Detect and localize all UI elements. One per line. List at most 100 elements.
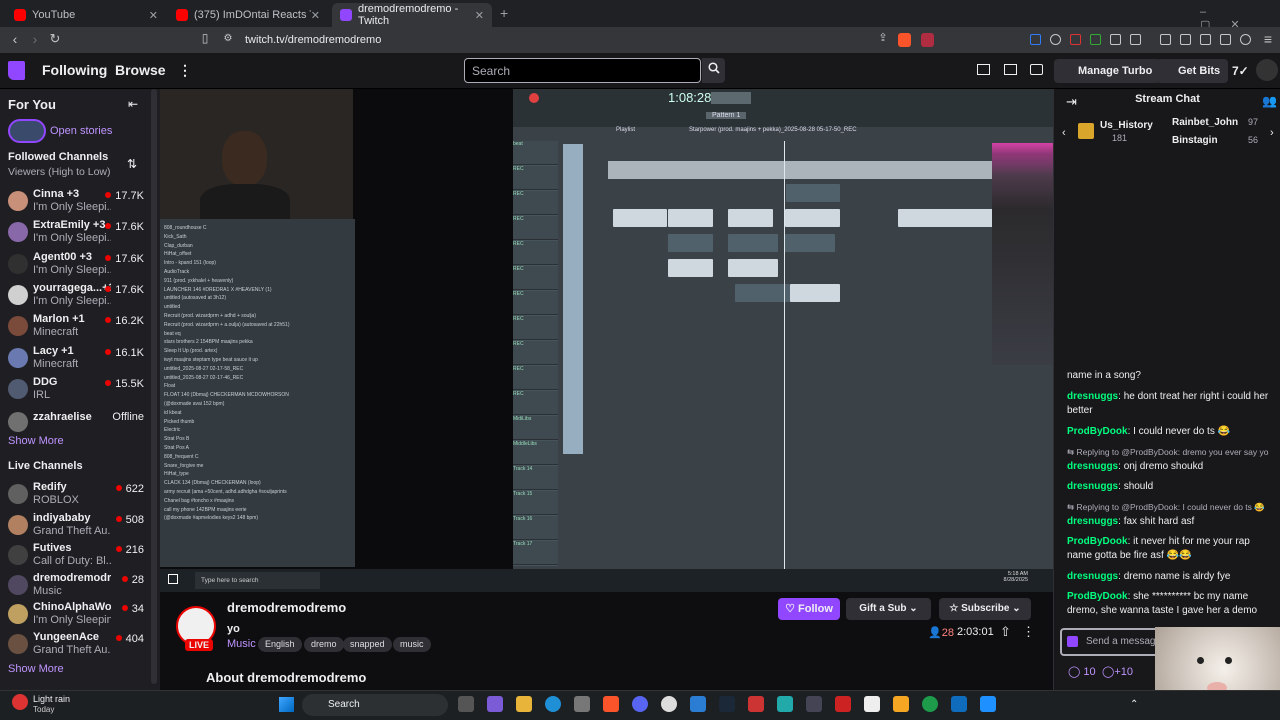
sidebar-scrollbar[interactable] [151,89,157,684]
more-menu-icon[interactable]: ⋮ [178,62,192,79]
extension-icon[interactable] [1110,34,1121,45]
edge-icon[interactable] [545,696,561,712]
tag[interactable]: music [393,637,431,652]
twitch-logo-icon[interactable] [8,61,25,80]
chat-username[interactable]: dresnuggs [1067,461,1118,472]
chat-username[interactable]: ProdByDook [1067,591,1128,602]
brave-shield-icon[interactable] [898,33,911,47]
extension-icon[interactable] [1090,34,1101,45]
app-icon[interactable] [777,696,793,712]
chatgpt-icon[interactable] [661,696,677,712]
extension-icon[interactable] [1050,34,1061,45]
chat-username[interactable]: dresnuggs [1067,481,1118,492]
followed-channel[interactable]: Lacy +1 Minecraft 16.1K [0,345,150,375]
live-channel[interactable]: YungeenAce Grand Theft Au... 404 [0,631,150,661]
tab-youtube-video[interactable]: (375) ImDOntai Reacts To When A Pe ✕ [168,3,328,27]
show-more-followed[interactable]: Show More [8,435,64,447]
start-icon[interactable] [279,697,294,712]
tab-twitch[interactable]: dremodremodremo - Twitch ✕ [332,3,492,27]
glitch-icon[interactable]: 7✓ [1232,64,1249,78]
brave-icon[interactable] [603,696,619,712]
category-link[interactable]: Music [227,638,256,650]
site-info-icon[interactable]: ⚙ [218,33,238,44]
menu-icon[interactable]: ≡ [1258,31,1278,47]
extension-icon[interactable] [1130,34,1141,45]
followed-channel[interactable]: Cinna +3 I'm Only Sleepi... 17.7K [0,188,150,218]
word-icon[interactable] [690,696,706,712]
live-channel[interactable]: indiyababy Grand Theft Au... 508 [0,512,150,542]
followed-channel[interactable]: ExtraEmily +3 I'm Only Sleepi... 17.6K [0,219,150,249]
share-icon[interactable]: ⇧ [1000,624,1011,640]
leaderboard-prev-icon[interactable]: ‹ [1062,127,1066,139]
collapse-sidebar-icon[interactable]: ⇤ [128,97,138,111]
get-bits-button[interactable]: Get Bits [1156,59,1229,83]
sidebar-icon[interactable] [1180,34,1191,45]
close-icon[interactable]: ✕ [149,9,158,22]
xbox-icon[interactable] [922,696,938,712]
steam-icon[interactable] [719,696,735,712]
vpn-icon[interactable] [1240,34,1251,45]
app-icon[interactable] [980,696,996,712]
extension-icon[interactable] [1070,34,1081,45]
tag[interactable]: dremo [304,637,344,652]
app-icon[interactable] [806,696,822,712]
chat-username[interactable]: dresnuggs [1067,391,1118,402]
app-icon[interactable] [835,696,851,712]
forward-icon[interactable]: › [25,31,45,47]
live-channel[interactable]: ChinoAlphaWolf I'm Only Sleeping 34 [0,601,150,631]
wallet-icon[interactable] [1200,34,1211,45]
followed-channel[interactable]: Agent00 +3 I'm Only Sleepi... 17.6K [0,251,150,281]
close-icon[interactable]: ✕ [311,9,320,22]
tag[interactable]: snapped [343,637,392,652]
share-icon[interactable]: ⇪ [873,31,893,44]
browse-link[interactable]: Browse [115,62,166,78]
bookmark-icon[interactable]: ▯ [195,31,215,45]
tag[interactable]: English [258,637,302,652]
channel-name[interactable]: dremodremodremo [227,600,346,615]
url-field[interactable]: twitch.tv/dremodremodremo [245,31,885,49]
back-icon[interactable]: ‹ [5,31,25,47]
channel-points[interactable]: ◯ 10 [1068,665,1096,678]
close-icon[interactable]: ✕ [475,9,484,22]
discord-icon[interactable] [632,696,648,712]
search-icon[interactable] [702,58,725,83]
reload-icon[interactable]: ↻ [45,31,65,47]
show-more-live[interactable]: Show More [8,663,64,675]
chat-input[interactable]: Send a message [1060,628,1161,656]
weather-title[interactable]: Light rain [33,694,70,704]
points-bonus[interactable]: ◯+10 [1102,665,1133,678]
leo-icon[interactable] [1220,34,1231,45]
chat-username[interactable]: ProdByDook [1067,426,1128,437]
live-channel[interactable]: Futives Call of Duty: Bl... 216 [0,542,150,572]
video-player[interactable]: 1:08:28 Pattern 1 Playlist Starpower (pr… [160,89,1053,592]
capcut-icon[interactable] [864,696,880,712]
leaderboard-next-icon[interactable]: › [1270,127,1274,139]
sort-icon[interactable]: ⇅ [127,157,137,171]
weather-icon[interactable] [12,694,28,710]
extension-icon[interactable] [1030,34,1041,45]
chat-username[interactable]: dresnuggs [1067,516,1118,527]
gift-sub-button[interactable]: Gift a Sub ⌄ [846,598,931,620]
follow-button[interactable]: ♡ Follow [778,598,840,620]
open-stories-link[interactable]: Open stories [50,125,112,137]
stories-avatars[interactable] [8,119,46,143]
chat-username[interactable]: ProdByDook [1067,536,1128,547]
file-explorer-icon[interactable] [516,696,532,712]
new-tab-button[interactable]: + [500,5,508,21]
inbox-icon[interactable] [1004,64,1017,75]
tray-chevron-icon[interactable]: ⌃ [1130,699,1138,710]
task-view-icon[interactable] [458,696,474,712]
taskbar-search[interactable]: Search [302,694,448,716]
whispers-icon[interactable] [1030,64,1043,75]
copilot-icon[interactable] [487,696,503,712]
more-options-icon[interactable]: ⋮ [1022,624,1035,640]
followed-channel[interactable]: DDG IRL 15.5K [0,376,150,406]
followed-channel[interactable]: yourragega...+3 I'm Only Sleepi... 17.6K [0,282,150,312]
chat-username[interactable]: dresnuggs [1067,571,1118,582]
store-icon[interactable] [574,696,590,712]
search-input[interactable]: Search [464,58,701,83]
community-icon[interactable]: 👥 [1262,94,1277,108]
extensions-icon[interactable] [1160,34,1171,45]
manage-turbo-button[interactable]: Manage Turbo [1054,59,1161,83]
emote-icon[interactable] [1067,636,1078,647]
